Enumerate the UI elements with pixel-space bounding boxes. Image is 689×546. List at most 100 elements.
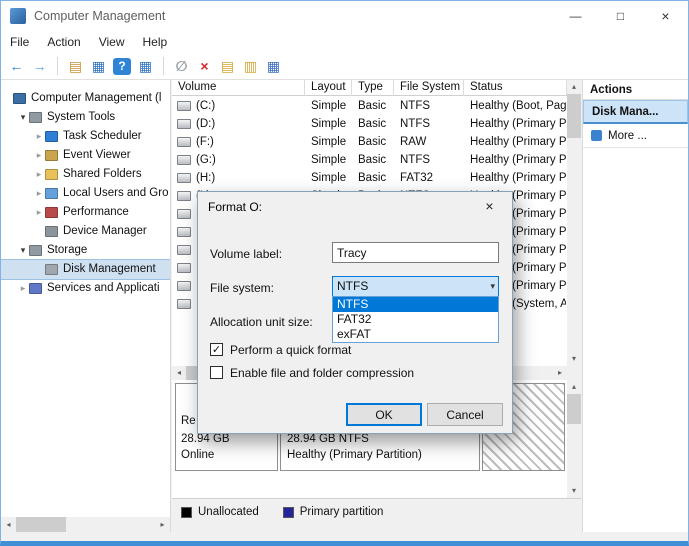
volume-row[interactable]: (F:) Simple Basic RAW Healthy (Primary Part: [172, 133, 567, 151]
cancel-button[interactable]: Cancel: [427, 403, 503, 426]
menu-file[interactable]: File: [1, 32, 38, 52]
tree-horizontal-scrollbar[interactable]: ◂ ▸: [1, 517, 170, 532]
delete-volume-icon[interactable]: ×: [194, 57, 215, 76]
volume-label-input[interactable]: [332, 242, 499, 263]
tree-item-shared-folders[interactable]: ▸ Shared Folders: [1, 165, 170, 184]
dialog-close-button[interactable]: ×: [467, 192, 512, 221]
scroll-right-button[interactable]: ▸: [155, 517, 170, 532]
action-item-disk-mana[interactable]: Disk Mana...: [583, 100, 688, 124]
scroll-up-button[interactable]: ▴: [567, 380, 581, 394]
volume-cell: (G:): [177, 151, 303, 169]
scroll-left-button[interactable]: ◂: [1, 517, 16, 532]
menu-action[interactable]: Action: [38, 32, 89, 52]
minimize-button[interactable]: —: [553, 1, 598, 31]
column-header-type[interactable]: Type: [352, 80, 394, 96]
collapse-arrow-icon[interactable]: ▾: [17, 241, 29, 260]
expand-arrow-icon[interactable]: ▸: [33, 184, 45, 203]
tree-item-local-users-and-gro[interactable]: ▸ Local Users and Gro: [1, 184, 170, 203]
tree-item-task-scheduler[interactable]: ▸ Task Scheduler: [1, 127, 170, 146]
no-action-icon[interactable]: ∅: [171, 57, 192, 76]
ok-button[interactable]: OK: [346, 403, 422, 426]
properties-icon[interactable]: ▦: [263, 57, 284, 76]
back-icon[interactable]: ←: [6, 57, 27, 76]
maximize-button[interactable]: □: [598, 1, 643, 31]
expand-arrow-icon[interactable]: ▸: [17, 279, 29, 298]
status-cell: Healthy (Primary Part: [470, 136, 566, 148]
console-tree-icon[interactable]: ▦: [88, 57, 109, 76]
scroll-down-button[interactable]: ▾: [567, 484, 581, 498]
expand-arrow-icon[interactable]: ▸: [33, 127, 45, 146]
scroll-left-button[interactable]: ◂: [172, 366, 186, 380]
legend-item-primary-partition: Primary partition: [282, 506, 383, 518]
tree-item-device-manager[interactable]: Device Manager: [1, 222, 170, 241]
computer-management-icon: [10, 8, 26, 24]
tree-item-event-viewer[interactable]: ▸ Event Viewer: [1, 146, 170, 165]
tree-item-label: Event Viewer: [63, 149, 131, 161]
close-button[interactable]: ×: [643, 1, 688, 31]
scroll-thumb[interactable]: [567, 394, 581, 424]
tree-item-disk-management[interactable]: Disk Management: [1, 259, 170, 280]
services-applications-icon: [29, 283, 42, 294]
checkbox-row[interactable]: Enable file and folder compression: [210, 365, 414, 380]
expand-arrow-icon[interactable]: ▸: [33, 165, 45, 184]
volume-row[interactable]: (C:) Simple Basic NTFS Healthy (Boot, Page F: [172, 97, 567, 115]
partition-status: Healthy (Primary Partition): [287, 449, 422, 461]
tree-item-storage[interactable]: ▾ Storage: [1, 241, 170, 260]
more-actions-icon: [591, 130, 602, 141]
scroll-down-button[interactable]: ▾: [567, 352, 581, 366]
checked-checkbox[interactable]: ✓: [210, 343, 223, 356]
filesystem-option-fat32[interactable]: FAT32: [333, 312, 498, 327]
tree-item-label: Performance: [63, 206, 129, 218]
action-pane-icon[interactable]: ▦: [135, 57, 156, 76]
volume-row[interactable]: (D:) Simple Basic NTFS Healthy (Primary Part: [172, 115, 567, 133]
menu-view[interactable]: View: [90, 32, 134, 52]
scroll-right-button[interactable]: ▸: [553, 366, 567, 380]
file-system-cell: NTFS: [400, 100, 431, 112]
open-folder-icon[interactable]: ▤: [217, 57, 238, 76]
layout-cell: Simple: [311, 100, 347, 112]
expand-arrow-icon[interactable]: ▸: [33, 146, 45, 165]
layout-cell: Simple: [311, 136, 347, 148]
scroll-thumb[interactable]: [567, 94, 581, 138]
drive-icon: [177, 101, 191, 111]
volume-label: (F:): [196, 136, 214, 148]
menu-help[interactable]: Help: [134, 32, 177, 52]
volume-cell: (H:): [177, 169, 303, 187]
column-header-status[interactable]: Status: [464, 80, 567, 96]
file-system-value: NTFS: [337, 279, 369, 293]
dialog-checkboxes: ✓ Perform a quick format Enable file and f…: [210, 342, 414, 388]
checkbox-row[interactable]: ✓ Perform a quick format: [210, 342, 414, 357]
column-header-layout[interactable]: Layout: [305, 80, 352, 96]
volume-cell: (F:): [177, 133, 303, 151]
volume-row[interactable]: (H:) Simple Basic FAT32 Healthy (Primary Par…: [172, 169, 567, 187]
filesystem-option-exfat[interactable]: exFAT: [333, 327, 498, 342]
action-item-more[interactable]: More ...: [583, 124, 688, 148]
tree-item-performance[interactable]: ▸ Performance: [1, 203, 170, 222]
column-header-volume[interactable]: Volume: [172, 80, 305, 96]
scrollbar-corner: [567, 366, 581, 380]
column-header-file-system[interactable]: File System: [394, 80, 464, 96]
tree-item-computer-management-l[interactable]: Computer Management (l: [1, 89, 170, 108]
expand-arrow-icon[interactable]: ▸: [33, 203, 45, 222]
volume-label: (G:): [196, 154, 216, 166]
tree-item-services-and-applicati[interactable]: ▸ Services and Applicati: [1, 279, 170, 298]
explore-icon[interactable]: ▥: [240, 57, 261, 76]
forward-icon[interactable]: →: [29, 57, 50, 76]
tree-item-system-tools[interactable]: ▾ System Tools: [1, 108, 170, 127]
shared-folders-icon: [45, 169, 58, 180]
unchecked-checkbox[interactable]: [210, 366, 223, 379]
file-system-cell: RAW: [400, 136, 427, 148]
file-system-combobox[interactable]: NTFS ▾: [332, 276, 499, 297]
volume-row[interactable]: (G:) Simple Basic NTFS Healthy (Primary Part: [172, 151, 567, 169]
volume-cell: (C:): [177, 97, 303, 115]
help-icon[interactable]: ?: [113, 57, 131, 75]
scroll-up-button[interactable]: ▴: [567, 80, 581, 94]
disk-view-scrollbar[interactable]: ▴ ▾: [567, 380, 581, 498]
volume-list-scrollbar[interactable]: ▴ ▾: [567, 80, 581, 366]
drive-icon: [177, 191, 191, 201]
collapse-arrow-icon[interactable]: ▾: [17, 108, 29, 127]
filesystem-option-ntfs[interactable]: NTFS: [333, 297, 498, 312]
scroll-thumb[interactable]: [16, 517, 66, 532]
export-list-icon[interactable]: ▤: [65, 57, 86, 76]
computer-management-window: Computer Management — □ × File Action View…: [0, 0, 689, 546]
